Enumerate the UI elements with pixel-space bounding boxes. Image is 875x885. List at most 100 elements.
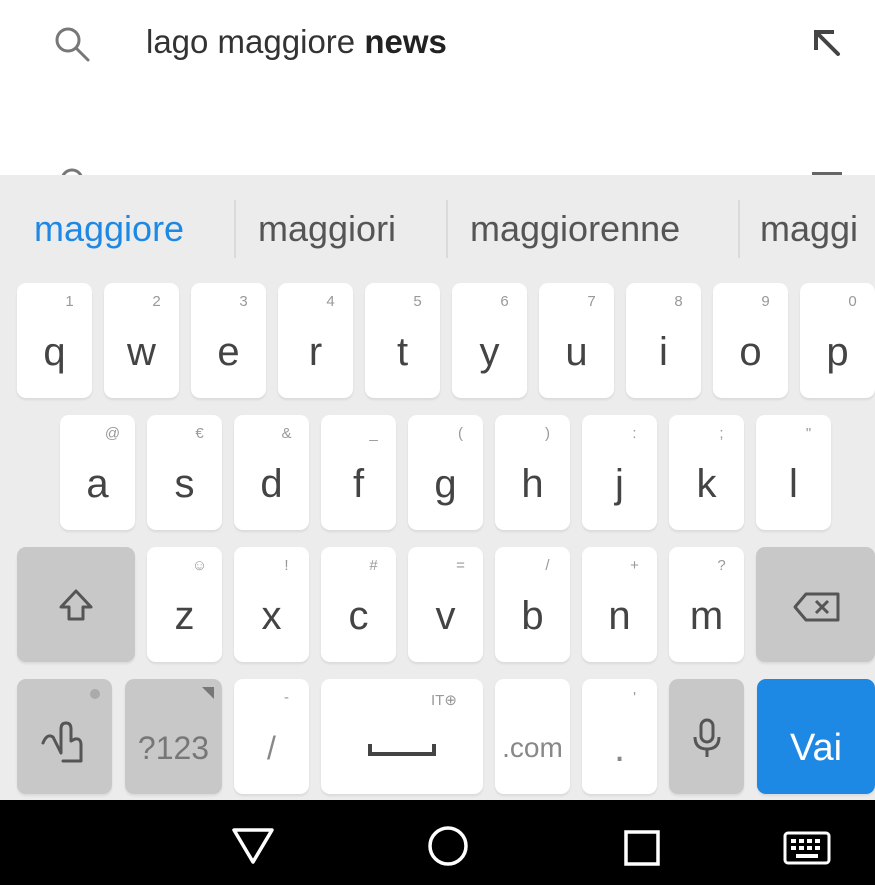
language-hint: IT⊕ [431, 692, 457, 709]
period-key[interactable]: ' . [582, 679, 657, 794]
candidate-bar: maggiore maggiori maggiorenne maggi [0, 175, 875, 281]
key-label: g [434, 462, 457, 506]
key-f[interactable]: _ f [321, 415, 396, 530]
key-hint: ) [545, 425, 550, 442]
key-i[interactable]: 8 i [626, 283, 701, 398]
shift-key[interactable] [17, 547, 135, 662]
candidate-divider [446, 200, 448, 258]
key-label: b [521, 594, 544, 638]
key-label: k [696, 462, 717, 506]
symbols-key[interactable]: ?123 [125, 679, 222, 794]
candidate-divider [234, 200, 236, 258]
key-b[interactable]: / b [495, 547, 570, 662]
triangle-back-icon[interactable] [230, 826, 276, 866]
key-label: m [689, 594, 724, 638]
key-z[interactable]: ☺ z [147, 547, 222, 662]
key-hint: - [284, 689, 289, 706]
key-label: u [565, 330, 588, 374]
key-label: .com [502, 732, 563, 763]
key-h[interactable]: ) h [495, 415, 570, 530]
gesture-key[interactable] [17, 679, 112, 794]
microphone-key[interactable] [669, 679, 744, 794]
key-hint: 5 [413, 293, 422, 310]
candidate-1[interactable]: maggiore [34, 207, 184, 251]
key-hint: + [630, 557, 639, 574]
keyboard-icon[interactable] [782, 830, 832, 866]
key-label: h [521, 462, 544, 506]
key-label: . [613, 726, 626, 770]
key-label: x [261, 594, 282, 638]
key-label: i [659, 330, 668, 374]
navigation-bar [0, 800, 875, 885]
key-label: q [43, 330, 66, 374]
candidate-3[interactable]: maggiorenne [470, 207, 680, 251]
key-r[interactable]: 4 r [278, 283, 353, 398]
key-hint: € [195, 425, 204, 442]
space-bar-icon [368, 744, 436, 756]
space-key[interactable]: IT⊕ [321, 679, 483, 794]
key-label: y [479, 330, 500, 374]
key-d[interactable]: & d [234, 415, 309, 530]
key-hint: ' [633, 689, 636, 706]
key-hint: 4 [326, 293, 335, 310]
key-label: d [260, 462, 283, 506]
key-label: w [127, 330, 156, 374]
key-label: / [267, 730, 276, 766]
go-key[interactable]: Vai [757, 679, 875, 794]
candidate-2[interactable]: maggiori [258, 207, 396, 251]
dot-com-key[interactable]: .com [495, 679, 570, 794]
key-v[interactable]: = v [408, 547, 483, 662]
candidate-4[interactable]: maggi [760, 207, 858, 251]
arrow-up-left-icon[interactable] [806, 22, 846, 62]
key-t[interactable]: 5 t [365, 283, 440, 398]
key-e[interactable]: 3 e [191, 283, 266, 398]
key-label: e [217, 330, 240, 374]
key-hint: 2 [152, 293, 161, 310]
key-l[interactable]: " l [756, 415, 831, 530]
key-hint: ☺ [191, 557, 208, 574]
key-p[interactable]: 0 p [800, 283, 875, 398]
key-s[interactable]: € s [147, 415, 222, 530]
key-hint: 3 [239, 293, 248, 310]
key-hint: / [545, 557, 550, 574]
backspace-icon [793, 592, 840, 622]
key-label: o [739, 330, 762, 374]
key-y[interactable]: 6 y [452, 283, 527, 398]
key-label: p [826, 330, 849, 374]
suggestion-bold: news [364, 23, 447, 60]
key-q[interactable]: 1 q [17, 283, 92, 398]
search-icon [55, 27, 90, 62]
key-label: c [348, 594, 369, 638]
key-label: a [86, 462, 109, 506]
corner-mark [202, 687, 214, 699]
key-hint: = [456, 557, 465, 574]
key-g[interactable]: ( g [408, 415, 483, 530]
square-recent-icon[interactable] [622, 828, 662, 868]
key-hint: & [281, 425, 292, 442]
suggestion-prefix: lago maggiore [146, 23, 365, 60]
backspace-key[interactable] [756, 547, 875, 662]
circle-home-icon[interactable] [426, 824, 470, 868]
key-c[interactable]: # c [321, 547, 396, 662]
key-a[interactable]: @ a [60, 415, 135, 530]
slash-key[interactable]: - / [234, 679, 309, 794]
key-w[interactable]: 2 w [104, 283, 179, 398]
key-n[interactable]: + n [582, 547, 657, 662]
suggestion-text: lago maggiore news [146, 22, 447, 62]
key-k[interactable]: ; k [669, 415, 744, 530]
key-hint: : [632, 425, 637, 442]
key-label: f [352, 462, 365, 506]
key-x[interactable]: ! x [234, 547, 309, 662]
key-o[interactable]: 9 o [713, 283, 788, 398]
key-u[interactable]: 7 u [539, 283, 614, 398]
key-m[interactable]: ? m [669, 547, 744, 662]
key-hint: # [369, 557, 378, 574]
key-hint: 9 [761, 293, 770, 310]
key-hint: 8 [674, 293, 683, 310]
candidate-divider [738, 200, 740, 258]
microphone-icon [693, 718, 721, 757]
key-hint: 1 [65, 293, 74, 310]
search-suggestion-row[interactable]: lago maggiore news [0, 0, 875, 85]
key-label: r [308, 330, 323, 374]
key-j[interactable]: : j [582, 415, 657, 530]
